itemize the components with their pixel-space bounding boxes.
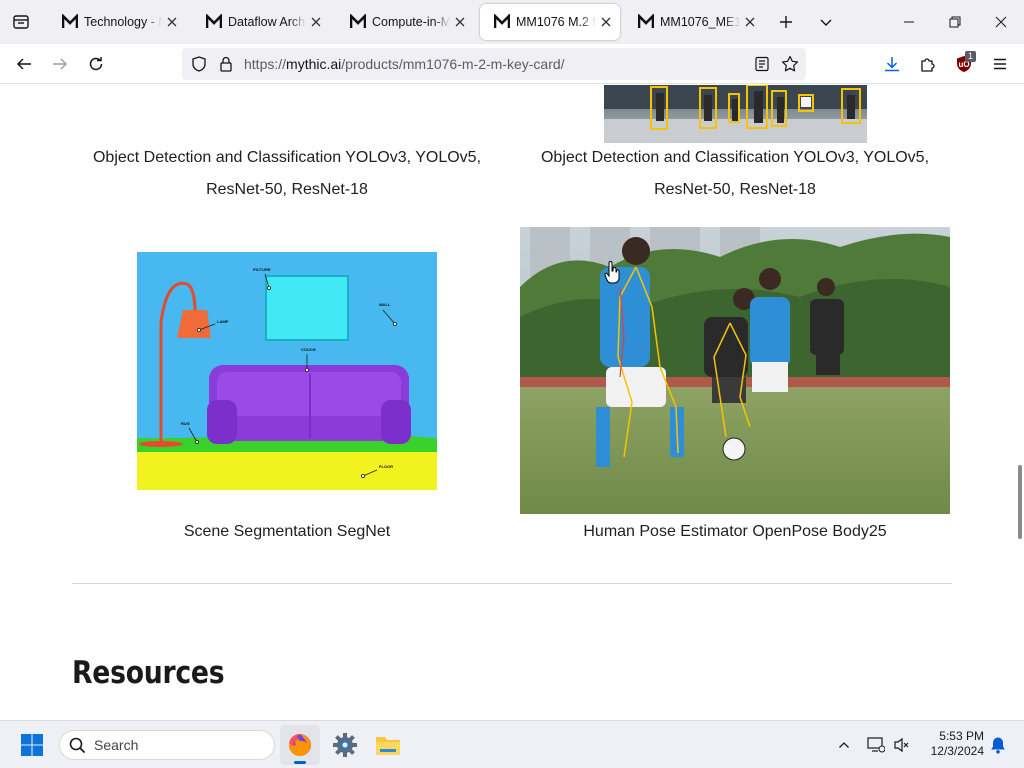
back-button[interactable] — [8, 48, 40, 80]
bookmark-star-icon[interactable] — [781, 55, 799, 73]
label-lamp: LAMP — [217, 319, 229, 324]
url-scheme: https:// — [244, 56, 287, 72]
label-picture: PICTURE — [253, 267, 271, 272]
label-couch: COUCH — [301, 347, 316, 352]
mythic-logo-icon — [350, 14, 366, 28]
taskbar-file-explorer[interactable] — [368, 725, 408, 765]
tab-title: Technology - Mythic — [84, 15, 162, 29]
tab-mm1076-m2-card[interactable]: MM1076 M.2 M Key Card — [480, 4, 620, 40]
label-wall: WALL — [379, 302, 391, 307]
windows-taskbar: Search 5:53 PM 12/3/2024 — [0, 720, 1024, 768]
hamburger-menu-icon — [994, 58, 1006, 70]
chevron-up-icon — [839, 742, 849, 748]
firefox-view-icon — [13, 15, 29, 29]
tab-technology[interactable]: Technology - Mythic — [48, 4, 186, 40]
search-icon — [69, 737, 86, 754]
hand-cursor-icon — [604, 261, 620, 284]
label-rug: RUG — [181, 421, 190, 426]
download-icon — [885, 57, 899, 72]
vertical-scrollbar[interactable] — [1018, 465, 1022, 539]
system-clock[interactable]: 5:53 PM 12/3/2024 — [916, 729, 984, 759]
url-text[interactable]: https://mythic.ai/products/mm1076-m-2-m-… — [244, 56, 565, 72]
list-all-tabs-button[interactable] — [812, 8, 840, 36]
object-detection-image — [604, 85, 867, 143]
mythic-logo-icon — [638, 14, 654, 28]
close-window-button[interactable] — [978, 0, 1024, 44]
tab-close-icon[interactable] — [308, 14, 324, 30]
tab-compute-in-memory[interactable]: Compute-in-Memory — [336, 4, 474, 40]
reader-view-icon[interactable] — [754, 56, 770, 72]
shield-icon[interactable] — [191, 56, 207, 72]
lock-icon[interactable] — [219, 56, 233, 72]
notifications-button[interactable] — [984, 725, 1012, 765]
restore-icon — [949, 16, 961, 28]
new-tab-button[interactable] — [772, 8, 800, 36]
forward-button[interactable] — [44, 48, 76, 80]
app-menu-button[interactable] — [984, 48, 1016, 80]
address-bar[interactable]: https://mythic.ai/products/mm1076-m-2-m-… — [182, 48, 806, 80]
page-content: Object Detection and Classification YOLO… — [0, 85, 1024, 720]
tab-close-icon[interactable] — [164, 14, 180, 30]
start-button[interactable] — [12, 725, 52, 765]
arrow-left-icon — [16, 58, 31, 70]
tab-close-icon[interactable] — [742, 14, 758, 30]
network-status[interactable] — [862, 725, 890, 765]
close-icon — [995, 16, 1007, 28]
taskbar-search-box[interactable]: Search — [59, 730, 275, 760]
tab-bar: Technology - Mythic Dataflow Architectur… — [0, 0, 1024, 44]
tab-title: Dataflow Architecture — [228, 15, 306, 29]
caption-object-detection-right: Object Detection and Classification YOLO… — [540, 149, 930, 198]
tab-close-icon[interactable] — [598, 14, 614, 30]
mythic-logo-icon — [62, 14, 78, 28]
arrow-right-icon — [53, 58, 68, 70]
extension-badge: 1 — [965, 51, 977, 62]
show-hidden-icons-button[interactable] — [826, 725, 862, 765]
chevron-down-icon — [820, 19, 832, 26]
taskbar-settings[interactable] — [325, 725, 365, 765]
tab-dataflow-architecture[interactable]: Dataflow Architecture — [192, 4, 330, 40]
extensions-button[interactable] — [912, 48, 944, 80]
clock-time: 5:53 PM — [939, 729, 984, 743]
url-host: mythic.ai — [286, 56, 342, 72]
caption-object-detection-left: Object Detection and Classification YOLO… — [92, 149, 482, 198]
volume-status[interactable] — [888, 725, 916, 765]
tab-mm1076-me1076[interactable]: MM1076_ME1076 — [624, 4, 764, 40]
clock-date: 12/3/2024 — [930, 744, 984, 758]
tab-title: MM1076 M.2 M Key Card — [516, 15, 596, 29]
caption-scene-segmentation: Scene Segmentation SegNet — [183, 523, 391, 540]
ublock-origin-button[interactable]: uO 1 — [948, 48, 980, 80]
restore-button[interactable] — [932, 0, 978, 44]
tab-title: MM1076_ME1076 — [660, 15, 740, 29]
mythic-logo-icon — [494, 14, 510, 28]
caption-pose-estimation: Human Pose Estimator OpenPose Body25 — [583, 523, 887, 540]
tab-title: Compute-in-Memory — [372, 15, 450, 29]
network-icon — [867, 737, 885, 753]
downloads-button[interactable] — [876, 48, 908, 80]
firefox-icon — [288, 734, 311, 756]
tab-close-icon[interactable] — [452, 14, 468, 30]
taskbar-firefox[interactable] — [280, 725, 320, 765]
label-floor: FLOOR — [379, 464, 393, 469]
reload-button[interactable] — [80, 48, 112, 80]
gear-icon — [333, 733, 357, 757]
resources-heading: Resources — [72, 655, 225, 691]
windows-logo-icon — [21, 734, 43, 756]
firefox-view-button[interactable] — [0, 0, 42, 44]
folder-icon — [376, 737, 400, 755]
url-path: /products/mm1076-m-2-m-key-card/ — [341, 56, 565, 72]
scene-segmentation-image: PICTURE WALL LAMP COUCH RUG FLOOR — [137, 252, 437, 490]
minimize-button[interactable] — [886, 0, 932, 44]
bell-icon — [991, 737, 1005, 754]
mythic-logo-icon — [206, 14, 222, 28]
reload-icon — [89, 57, 103, 71]
section-divider — [72, 583, 952, 584]
speaker-muted-icon — [894, 737, 909, 753]
plus-icon — [780, 16, 792, 28]
search-placeholder: Search — [94, 737, 139, 753]
navigation-toolbar: https://mythic.ai/products/mm1076-m-2-m-… — [0, 44, 1024, 84]
puzzle-icon — [921, 58, 935, 72]
pose-estimation-image — [520, 227, 950, 514]
minimize-icon — [904, 21, 914, 23]
